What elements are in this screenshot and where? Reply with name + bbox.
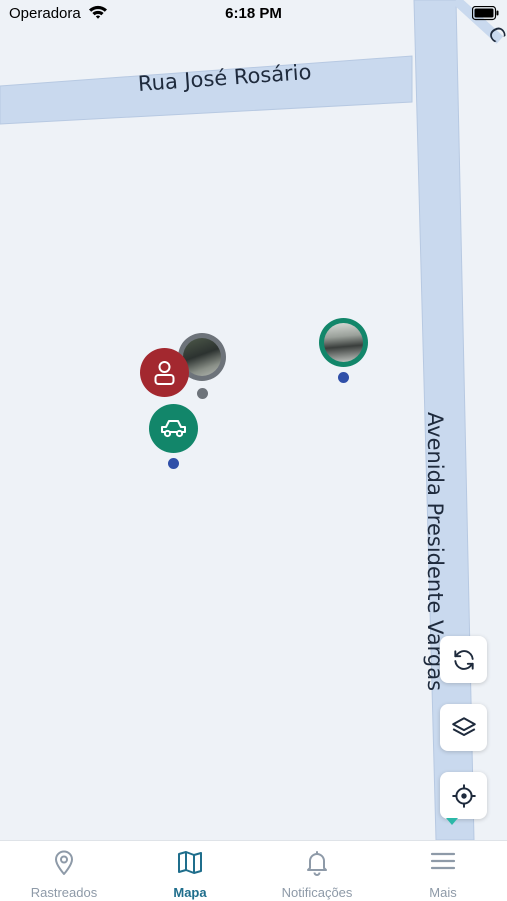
- position-dot: [338, 372, 349, 383]
- location-pin-icon: [55, 850, 73, 875]
- position-dot: [197, 388, 208, 399]
- map-icon: [178, 851, 202, 874]
- refresh-icon: [453, 649, 474, 670]
- person-icon: [154, 361, 175, 385]
- clock-label: 6:18 PM: [225, 5, 282, 22]
- tab-label: Rastreados: [30, 885, 98, 900]
- vehicle-photo: [324, 323, 363, 362]
- tab-notificacoes[interactable]: Notificações: [254, 841, 380, 901]
- status-bar: Operadora 6:18 PM: [0, 0, 507, 30]
- direction-indicator: [446, 818, 458, 825]
- position-dot: [168, 458, 179, 469]
- tab-mapa[interactable]: Mapa: [127, 841, 253, 901]
- tab-rastreados[interactable]: Rastreados: [1, 841, 127, 901]
- battery-icon: [472, 6, 499, 21]
- menu-icon: [430, 852, 456, 870]
- tab-bar: Rastreados Mapa Notificações Mais: [0, 840, 507, 901]
- layers-button[interactable]: [440, 704, 487, 751]
- tab-label: Mais: [429, 885, 457, 900]
- bell-icon: [307, 851, 327, 876]
- car-icon: [161, 420, 186, 438]
- locate-button[interactable]: [440, 772, 487, 819]
- refresh-button[interactable]: [440, 636, 487, 683]
- person-marker[interactable]: [140, 348, 189, 397]
- tab-label: Notificações: [281, 885, 353, 900]
- tab-label: Mapa: [173, 885, 207, 900]
- locate-icon: [451, 783, 476, 808]
- map-view[interactable]: Rua José Rosário Avenida Presidente Varg…: [0, 0, 507, 840]
- car-marker[interactable]: [149, 404, 198, 453]
- layers-icon: [451, 716, 476, 736]
- tab-mais[interactable]: Mais: [380, 841, 506, 901]
- vehicle-photo-marker-green[interactable]: [319, 318, 368, 367]
